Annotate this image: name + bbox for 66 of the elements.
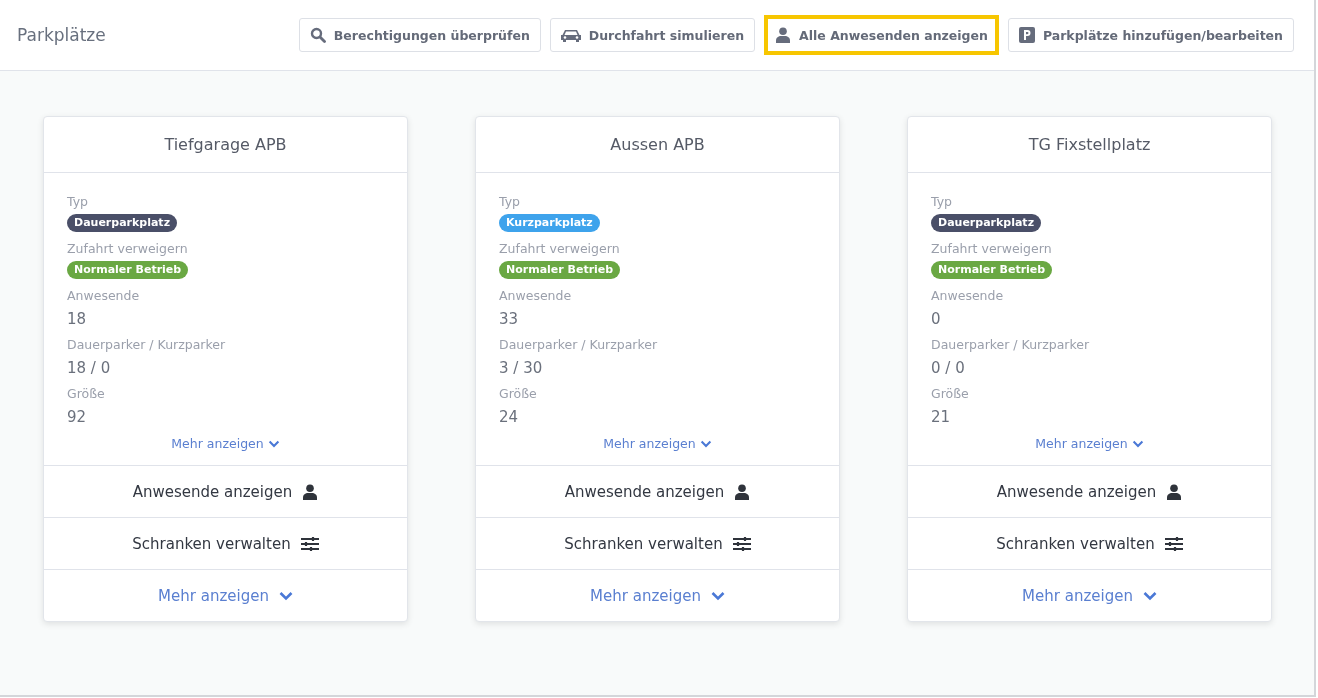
person-icon bbox=[734, 483, 751, 500]
toolbar-button[interactable]: Parkplätze hinzufügen/bearbeiten bbox=[1007, 18, 1294, 52]
field-value: 33 bbox=[499, 309, 520, 329]
field-value: 24 bbox=[499, 407, 520, 427]
field-label: Dauerparker / Kurzparker bbox=[499, 336, 659, 354]
field-label: Anwesende bbox=[499, 287, 573, 305]
sliders-icon bbox=[732, 535, 751, 552]
chevron-down-icon bbox=[1142, 590, 1157, 601]
field-value: 18 / 0 bbox=[67, 358, 112, 378]
chevron-down-icon bbox=[278, 590, 293, 601]
field-value: 21 bbox=[931, 407, 952, 427]
status-badge: Normaler Betrieb bbox=[499, 261, 621, 279]
field-value: 0 / 0 bbox=[931, 358, 966, 378]
field-label: Zufahrt verweigern bbox=[499, 240, 621, 258]
field-label: Typ bbox=[67, 193, 90, 211]
card-action-button[interactable]: Mehr anzeigen bbox=[908, 569, 1271, 621]
chevron-down-icon bbox=[267, 439, 280, 448]
sliders-icon bbox=[300, 535, 319, 552]
field-value: 18 bbox=[67, 309, 88, 329]
card-action-button[interactable]: Schranken verwalten bbox=[476, 517, 839, 569]
show-more-link[interactable]: Mehr anzeigen bbox=[171, 436, 280, 451]
card-title: Tiefgarage APB bbox=[44, 117, 407, 173]
person-icon bbox=[302, 483, 319, 500]
car-icon bbox=[560, 27, 581, 43]
chevron-down-icon bbox=[699, 439, 712, 448]
card-action-button[interactable]: Schranken verwalten bbox=[908, 517, 1271, 569]
field-value: 3 / 30 bbox=[499, 358, 544, 378]
parking-sign-icon bbox=[1018, 27, 1035, 43]
search-icon bbox=[309, 27, 326, 43]
status-badge: Normaler Betrieb bbox=[67, 261, 189, 279]
card-action-button[interactable]: Anwesende anzeigen bbox=[908, 465, 1271, 517]
field-label: Dauerparker / Kurzparker bbox=[931, 336, 1091, 354]
show-more-link[interactable]: Mehr anzeigen bbox=[1035, 436, 1144, 451]
field-label: Zufahrt verweigern bbox=[67, 240, 189, 258]
toolbar-button[interactable]: Durchfahrt simulieren bbox=[549, 18, 756, 52]
chevron-down-icon bbox=[1131, 439, 1144, 448]
status-badge: Kurzparkplatz bbox=[499, 214, 600, 232]
field-label: Dauerparker / Kurzparker bbox=[67, 336, 227, 354]
field-label: Anwesende bbox=[67, 287, 141, 305]
card-action-button[interactable]: Anwesende anzeigen bbox=[44, 465, 407, 517]
person-icon bbox=[1166, 483, 1183, 500]
card-action-button[interactable]: Schranken verwalten bbox=[44, 517, 407, 569]
person-icon bbox=[775, 27, 792, 43]
card-action-button[interactable]: Mehr anzeigen bbox=[44, 569, 407, 621]
sliders-icon bbox=[1164, 535, 1183, 552]
field-label: Typ bbox=[931, 193, 954, 211]
field-value: 0 bbox=[931, 309, 942, 329]
field-label: Größe bbox=[499, 385, 538, 403]
status-badge: Dauerparkplatz bbox=[67, 214, 178, 232]
page-title: Parkplätze bbox=[17, 25, 107, 45]
field-label: Größe bbox=[67, 385, 106, 403]
show-more-link[interactable]: Mehr anzeigen bbox=[603, 436, 712, 451]
chevron-down-icon bbox=[710, 590, 725, 601]
field-label: Anwesende bbox=[931, 287, 1005, 305]
field-label: Größe bbox=[931, 385, 970, 403]
toolbar-button[interactable]: Alle Anwesenden anzeigen bbox=[764, 15, 999, 55]
field-label: Typ bbox=[499, 193, 522, 211]
card-title: Aussen APB bbox=[476, 117, 839, 173]
status-badge: Normaler Betrieb bbox=[931, 261, 1053, 279]
card-action-button[interactable]: Mehr anzeigen bbox=[476, 569, 839, 621]
field-label: Zufahrt verweigern bbox=[931, 240, 1053, 258]
status-badge: Dauerparkplatz bbox=[931, 214, 1042, 232]
card-title: TG Fixstellplatz bbox=[908, 117, 1271, 173]
toolbar-button[interactable]: Berechtigungen überprüfen bbox=[298, 18, 541, 52]
field-value: 92 bbox=[67, 407, 88, 427]
card-action-button[interactable]: Anwesende anzeigen bbox=[476, 465, 839, 517]
